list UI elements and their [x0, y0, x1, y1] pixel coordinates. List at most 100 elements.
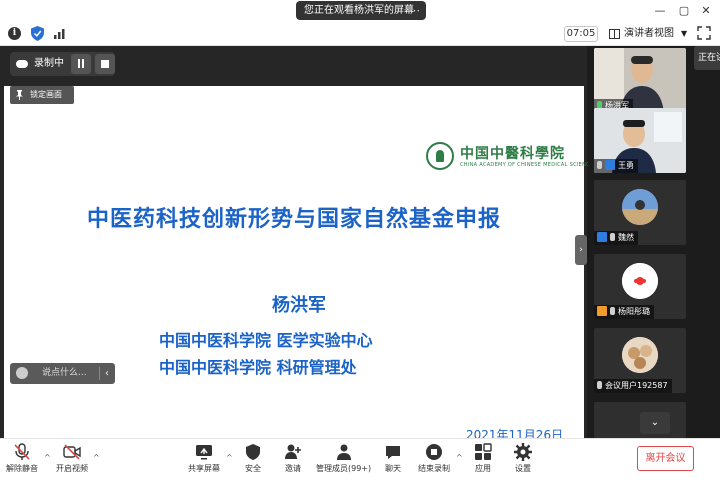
close-window-button[interactable]: ✕: [698, 3, 714, 19]
members-icon: [336, 444, 351, 460]
settings-button[interactable]: 设置: [514, 443, 532, 474]
fullscreen-icon[interactable]: [697, 26, 711, 40]
lock-screen-button[interactable]: 锁定画面: [10, 86, 74, 104]
minimize-button[interactable]: —: [652, 3, 668, 19]
participant-name-tag: 王勇: [594, 159, 638, 173]
participant-name-tag: 魏然: [594, 231, 638, 245]
restore-button[interactable]: ▢: [676, 3, 692, 19]
mic-off-icon: [610, 307, 615, 315]
chevron-left-icon[interactable]: ‹: [105, 363, 109, 384]
emoji-icon[interactable]: [16, 367, 28, 379]
affiliation-line: 中国中医科学院 科研管理处: [159, 358, 357, 377]
participant-name-tag: 杨阳彤璐: [594, 305, 654, 319]
meeting-timer: 07:05: [564, 26, 598, 42]
meeting-toolbar: 解除静音 ^ 开启视频 ^ 共享屏幕 ^ 安全 邀请 管理成员(99+) 聊天 …: [0, 438, 720, 480]
speaking-indicator: 正在讲话: [694, 46, 720, 70]
screen-share-notice[interactable]: 您正在观看杨洪军的屏幕 ⋯: [296, 1, 426, 20]
invite-button[interactable]: 邀请: [284, 443, 302, 474]
share-screen-button[interactable]: 共享屏幕: [188, 443, 220, 474]
participant-tile[interactable]: 杨洪军: [594, 48, 686, 113]
add-user-icon: [285, 444, 301, 459]
lock-screen-label: 锁定画面: [30, 90, 62, 99]
host-badge-icon: [605, 160, 615, 170]
meeting-info-bar: i 07:05 演讲者视图 ▼: [0, 22, 720, 46]
manage-members-label: 管理成员(99+): [316, 464, 372, 473]
host-badge-icon: [597, 232, 607, 242]
recording-bar: 录制中: [10, 52, 115, 76]
scroll-down-button[interactable]: ⌄: [640, 412, 670, 434]
settings-label: 设置: [515, 464, 531, 473]
start-video-label: 开启视频: [56, 464, 88, 473]
chat-button[interactable]: 聊天: [384, 443, 402, 474]
start-video-button[interactable]: 开启视频: [56, 443, 88, 474]
logo-english-text: CHINA ACADEMY OF CHINESE MEDICAL SCIENCE…: [460, 162, 597, 168]
share-options-icon[interactable]: ⋯: [409, 1, 420, 20]
unmute-button[interactable]: 解除静音: [6, 443, 38, 474]
record-icon: [426, 444, 442, 460]
avatar: [622, 263, 658, 299]
chevron-up-icon[interactable]: ^: [456, 453, 463, 462]
academy-seal-icon: [426, 142, 454, 170]
pause-recording-button[interactable]: [71, 54, 91, 74]
affiliation-line: 中国中医科学院 医学实验中心: [159, 331, 373, 350]
stop-recording-label: 结束录制: [418, 464, 450, 473]
pin-icon: [16, 90, 23, 100]
recording-status: 录制中: [34, 58, 64, 69]
window-title-bar: 您正在观看杨洪军的屏幕 ⋯ — ▢ ✕: [0, 0, 720, 22]
mic-off-icon: [597, 381, 602, 389]
shield-icon[interactable]: [31, 26, 44, 41]
screen-share-notice-text: 您正在观看杨洪军的屏幕: [304, 5, 414, 16]
chat-placeholder: 说点什么...: [42, 368, 87, 378]
shield-icon: [246, 444, 260, 460]
chevron-up-icon[interactable]: ^: [44, 453, 51, 462]
participant-tile[interactable]: 会议用户192587: [594, 328, 686, 393]
logo-chinese-text: 中国中醫科學院: [460, 146, 565, 162]
avatar: [622, 189, 658, 225]
chat-icon: [386, 446, 400, 459]
network-signal-icon[interactable]: [53, 26, 67, 40]
apps-icon: [475, 443, 492, 460]
presentation-slide: 中国中醫科學院 CHINA ACADEMY OF CHINESE MEDICAL…: [4, 86, 597, 456]
unmute-label: 解除静音: [6, 464, 38, 473]
slide-title: 中医药科技创新形势与国家自然基金申报: [86, 207, 501, 232]
stop-recording-button[interactable]: [95, 54, 115, 74]
view-mode-label: 演讲者视图: [624, 28, 674, 39]
layout-icon: [609, 29, 620, 39]
cloud-record-icon: [16, 60, 28, 68]
mic-off-icon: [597, 161, 602, 169]
participant-tile[interactable]: 魏然: [594, 180, 686, 245]
info-icon[interactable]: i: [8, 27, 21, 40]
academy-logo: 中国中醫科學院 CHINA ACADEMY OF CHINESE MEDICAL…: [426, 142, 597, 172]
leave-meeting-button[interactable]: 离开会议: [637, 446, 694, 471]
chevron-up-icon[interactable]: ^: [93, 453, 100, 462]
shared-screen-area: 中国中醫科學院 CHINA ACADEMY OF CHINESE MEDICAL…: [0, 46, 597, 456]
manage-members-button[interactable]: 管理成员(99+): [316, 443, 371, 474]
participant-name: 王勇: [618, 161, 634, 170]
chat-label: 聊天: [385, 464, 401, 473]
microphone-muted-icon: [14, 443, 30, 460]
camera-off-icon: [63, 444, 81, 460]
participant-tile[interactable]: 王勇: [594, 108, 686, 173]
divider: [99, 367, 100, 380]
gear-icon: [514, 443, 532, 461]
security-button[interactable]: 安全: [244, 443, 262, 474]
avatar: [622, 337, 658, 373]
participant-name-tag: 会议用户192587: [594, 379, 672, 393]
mic-off-icon: [610, 233, 615, 241]
chat-input[interactable]: 说点什么... ‹: [10, 363, 115, 384]
apps-button[interactable]: 应用: [474, 443, 492, 474]
participant-name: 魏然: [618, 233, 634, 242]
presenter-name: 杨洪军: [272, 295, 326, 316]
guest-badge-icon: [597, 306, 607, 316]
invite-label: 邀请: [285, 464, 301, 473]
chevron-down-icon: ▼: [681, 29, 688, 38]
stop-recording-toolbar-button[interactable]: 结束录制: [418, 443, 450, 474]
collapse-panel-button[interactable]: ›: [575, 235, 587, 265]
security-label: 安全: [245, 464, 261, 473]
participant-tile[interactable]: 杨阳彤璐: [594, 254, 686, 319]
share-screen-label: 共享屏幕: [188, 464, 220, 473]
chevron-up-icon[interactable]: ^: [226, 453, 233, 462]
participant-name: 会议用户192587: [605, 381, 668, 390]
share-screen-icon: [196, 445, 212, 460]
participant-panel: 杨洪军 王勇 魏然 杨阳彤璐 会议用户192587: [588, 46, 720, 438]
